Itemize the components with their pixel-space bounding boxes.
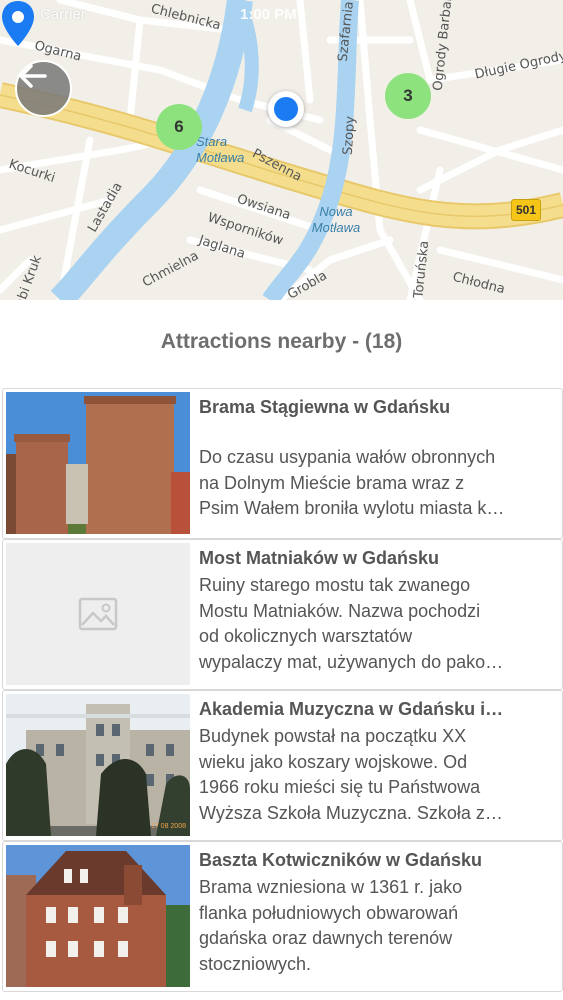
list-item[interactable]: Most Matniaków w Gdańsku Ruiny starego m… [2, 539, 563, 690]
water-label: Stara Motława [196, 134, 245, 165]
route-number-sign: 501 [511, 199, 541, 221]
back-button[interactable] [15, 60, 72, 117]
carrier-label: Carrier [40, 6, 86, 23]
map-cluster-marker[interactable]: 3 [385, 73, 431, 119]
attraction-description: Do czasu usypania wałów obronnych na Dol… [199, 447, 505, 518]
attraction-photo: 17 08 2008 [6, 694, 190, 836]
attractions-list[interactable]: Brama Stągiewna w Gdańsku Do czasu usypa… [0, 388, 563, 992]
attraction-title: Most Matniaków w Gdańsku [199, 548, 440, 568]
arrow-left-icon [19, 64, 47, 88]
photo-date-stamp: 17 08 2008 [150, 823, 186, 830]
street-label: Szopy [340, 115, 359, 156]
map-cluster-marker[interactable]: 6 [156, 104, 202, 150]
status-bar: Carrier 1:00 PM [0, 0, 563, 28]
water-label: Nowa Motława [311, 204, 361, 235]
attraction-description: Budynek powstał na początku XX wieku jak… [199, 726, 503, 823]
attraction-title: Akademia Muzyczna w Gdańsku i… [199, 699, 504, 719]
attraction-title: Brama Stągiewna w Gdańsku [199, 397, 451, 417]
attraction-description: Brama wzniesiona w 1361 r. jako flanka p… [199, 877, 463, 974]
list-item[interactable]: Brama Stągiewna w Gdańsku Do czasu usypa… [2, 388, 563, 539]
attraction-photo [6, 845, 190, 987]
image-placeholder-icon [78, 597, 118, 631]
map-graphics [0, 0, 563, 300]
map-view[interactable]: Chlebnicka Ogarna Długie Ogrody Kocurki … [0, 0, 563, 300]
page-title: Attractions nearby - (18) [160, 330, 403, 353]
attraction-description: Ruiny starego mostu tak zwanego Mostu Ma… [199, 575, 504, 672]
clock: 1:00 PM [240, 6, 297, 23]
list-item[interactable]: Baszta Kotwiczników w Gdańsku Brama wzni… [2, 841, 563, 992]
attraction-photo-placeholder [6, 543, 190, 685]
attraction-photo [6, 392, 190, 534]
list-item[interactable]: 17 08 2008 Akademia Muzyczna w Gdańsku i… [2, 690, 563, 841]
attraction-title: Baszta Kotwiczników w Gdańsku [199, 850, 483, 870]
user-location-marker [268, 91, 304, 127]
